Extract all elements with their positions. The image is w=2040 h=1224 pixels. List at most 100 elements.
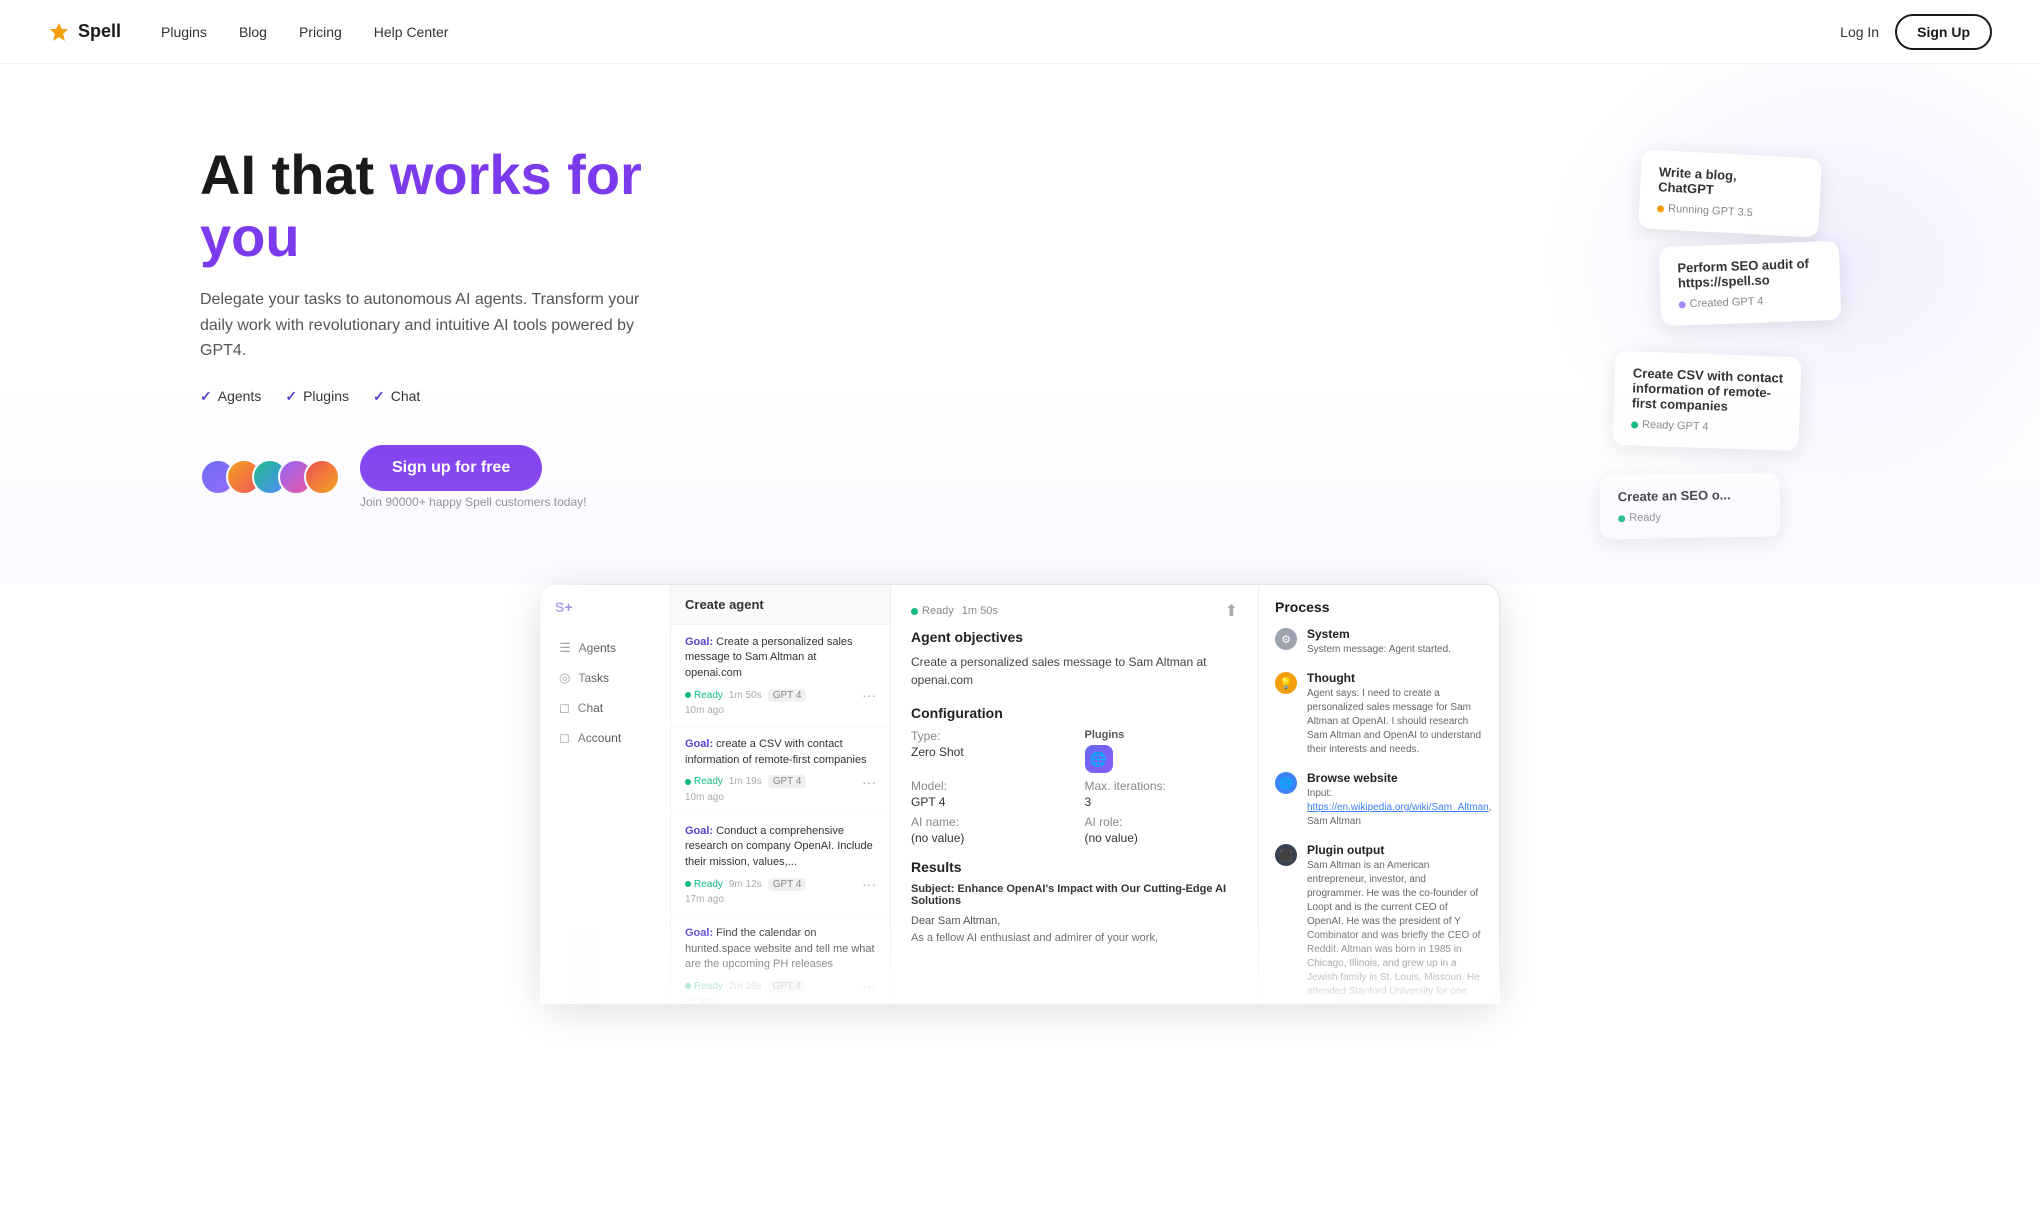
agent-goal-1: Goal: create a CSV with contact informat… — [685, 737, 876, 768]
app-section: S+ ☰ Agents ◎ Tasks ◻ Chat ◻ Account — [0, 584, 2040, 1044]
hero-right: Write a blog,ChatGPT Running GPT 3.5 Per… — [1380, 144, 1840, 524]
results-section: Results Subject: Enhance OpenAI's Impact… — [911, 859, 1238, 946]
sidebar-item-agents[interactable]: ☰ Agents — [551, 633, 660, 663]
agent-status-0: Ready — [685, 690, 723, 701]
hero-title: AI that works for you — [200, 144, 720, 267]
hero-features: ✓ Agents ✓ Plugins ✓ Chat — [200, 388, 720, 405]
avatar-5 — [304, 459, 340, 495]
agent-meta-0: Ready 1m 50s GPT 4 ··· — [685, 687, 876, 703]
nav-link-pricing[interactable]: Pricing — [299, 24, 342, 40]
list-header: Create agent — [671, 585, 890, 625]
config-grid: Type: Zero Shot Plugins 🌐 Model: GPT 4 M… — [911, 729, 1238, 845]
feature-chat: ✓ Chat — [373, 388, 420, 405]
hero-subtitle: Delegate your tasks to autonomous AI age… — [200, 287, 640, 364]
created-dot — [1679, 301, 1686, 308]
app-wrapper: S+ ☰ Agents ◎ Tasks ◻ Chat ◻ Account — [540, 584, 1500, 1004]
hero-title-black: AI that — [200, 143, 390, 206]
objectives-text: Create a personalized sales message to S… — [911, 653, 1238, 689]
float-card-2-title: Perform SEO audit ofhttps://spell.so — [1677, 256, 1822, 291]
thought-icon: 💡 — [1275, 672, 1297, 694]
result-subject: Subject: Enhance OpenAI's Impact with Ou… — [911, 883, 1238, 907]
float-card-1-badge: Running GPT 3.5 — [1657, 202, 1753, 219]
feature-plugins: ✓ Plugins — [285, 388, 349, 405]
process-step-thought: 💡 Thought Agent says: I need to create a… — [1275, 671, 1483, 757]
agent-more-0[interactable]: ··· — [862, 687, 876, 703]
cta-group: Sign up for free Join 90000+ happy Spell… — [360, 445, 586, 509]
hero-cta: Sign up for free Join 90000+ happy Spell… — [200, 445, 720, 509]
agent-header-row: Ready 1m 50s ⬆ — [911, 601, 1238, 621]
agent-item-3[interactable]: Goal: Find the calendar on hunted.space … — [671, 916, 890, 1003]
plugin-output-icon: ⬛ — [1275, 844, 1297, 866]
agent-goal-0: Goal: Create a personalized sales messag… — [685, 635, 876, 681]
hero-section: AI that works for you Delegate your task… — [0, 64, 2040, 584]
float-card-3: Create CSV with contactinformation of re… — [1612, 351, 1801, 451]
process-step-plugin: ⬛ Plugin output Sam Altman is an America… — [1275, 843, 1483, 1003]
signup-free-button[interactable]: Sign up for free — [360, 445, 542, 491]
app-process: Process ⚙ System System message: Agent s… — [1259, 585, 1499, 1003]
config-title: Configuration — [911, 705, 1238, 721]
ready-dot-4 — [1618, 515, 1625, 522]
result-salutation: Dear Sam Altman, — [911, 913, 1238, 930]
float-card-1-title: Write a blog,ChatGPT — [1658, 164, 1803, 201]
nav-link-blog[interactable]: Blog — [239, 24, 267, 40]
float-card-4-badge: Ready — [1618, 512, 1661, 525]
config-plugins: Plugins 🌐 — [1085, 729, 1239, 773]
agent-meta-1: Ready 1m 19s GPT 4 ··· — [685, 774, 876, 790]
avatars — [200, 459, 340, 495]
app-agent-list: Create agent Goal: Create a personalized… — [671, 585, 891, 1003]
float-card-3-badge: Ready GPT 4 — [1631, 418, 1709, 433]
nav-link-plugins[interactable]: Plugins — [161, 24, 207, 40]
login-button[interactable]: Log In — [1840, 24, 1879, 40]
nav-right: Log In Sign Up — [1840, 14, 1992, 50]
agent-model-0: GPT 4 — [768, 689, 807, 702]
chat-icon: ◻ — [559, 700, 570, 716]
logo-icon — [48, 21, 70, 43]
sidebar-item-tasks[interactable]: ◎ Tasks — [551, 663, 660, 693]
agent-item-2[interactable]: Goal: Conduct a comprehensive research o… — [671, 814, 890, 916]
account-icon: ◻ — [559, 730, 570, 746]
agent-item-1[interactable]: Goal: create a CSV with contact informat… — [671, 727, 890, 814]
app-sidebar: S+ ☰ Agents ◎ Tasks ◻ Chat ◻ Account — [541, 585, 671, 1003]
tasks-icon: ◎ — [559, 670, 570, 686]
browse-icon: 🌐 — [1275, 772, 1297, 794]
hero-left: AI that works for you Delegate your task… — [200, 144, 720, 509]
agent-goal-2: Goal: Conduct a comprehensive research o… — [685, 824, 876, 870]
feature-agents: ✓ Agents — [200, 388, 261, 405]
objectives-title: Agent objectives — [911, 629, 1238, 645]
logo-text: Spell — [78, 21, 121, 42]
float-card-1: Write a blog,ChatGPT Running GPT 3.5 — [1638, 149, 1822, 237]
agent-time-0: 1m 50s — [729, 690, 762, 701]
plugin-icon: 🌐 — [1085, 745, 1113, 773]
logo[interactable]: Spell — [48, 21, 121, 43]
check-icon-chat: ✓ — [373, 388, 385, 405]
result-body: As a fellow AI enthusiast and admirer of… — [911, 930, 1238, 947]
results-title: Results — [911, 859, 1238, 875]
nav-link-helpcenter[interactable]: Help Center — [374, 24, 449, 40]
check-icon-agents: ✓ — [200, 388, 212, 405]
social-proof: Join 90000+ happy Spell customers today! — [360, 495, 586, 509]
sidebar-item-account[interactable]: ◻ Account — [551, 723, 660, 753]
navbar: Spell Plugins Blog Pricing Help Center L… — [0, 0, 2040, 64]
nav-links: Plugins Blog Pricing Help Center — [161, 24, 448, 40]
app-window: S+ ☰ Agents ◎ Tasks ◻ Chat ◻ Account — [540, 584, 1500, 1004]
app-main: Ready 1m 50s ⬆ Agent objectives Create a… — [891, 585, 1259, 1003]
running-status: Ready 1m 50s — [911, 605, 998, 617]
agent-item-0[interactable]: Goal: Create a personalized sales messag… — [671, 625, 890, 727]
float-card-2-badge: Created GPT 4 — [1678, 296, 1763, 311]
agents-icon: ☰ — [559, 640, 571, 656]
process-step-system: ⚙ System System message: Agent started. — [1275, 627, 1483, 657]
running-status-dot — [911, 608, 918, 615]
signup-button[interactable]: Sign Up — [1895, 14, 1992, 50]
sidebar-item-chat[interactable]: ◻ Chat — [551, 693, 660, 723]
float-card-3-title: Create CSV with contactinformation of re… — [1631, 365, 1783, 415]
share-button[interactable]: ⬆ — [1225, 601, 1238, 621]
float-card-4: Create an SEO o... Ready — [1599, 472, 1780, 539]
float-card-4-title: Create an SEO o... — [1618, 487, 1762, 505]
agent-status-1: Ready — [685, 776, 723, 787]
process-step-browse: 🌐 Browse website Input: https://en.wikip… — [1275, 771, 1483, 829]
config-ai-role: AI role: (no value) — [1085, 815, 1239, 845]
config-ai-name: AI name: (no value) — [911, 815, 1065, 845]
process-title: Process — [1275, 599, 1483, 615]
float-card-2: Perform SEO audit ofhttps://spell.so Cre… — [1659, 241, 1842, 326]
running-dot — [1657, 205, 1664, 212]
